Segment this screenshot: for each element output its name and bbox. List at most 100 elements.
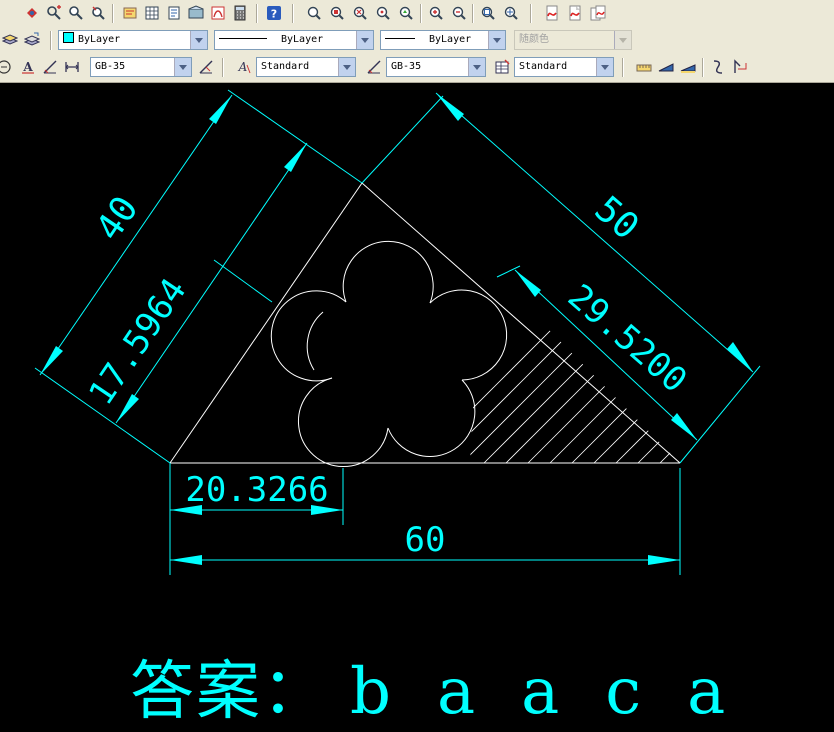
chevron-down-icon[interactable] — [596, 58, 613, 76]
dimstyle2-dropdown[interactable]: GB-35 — [386, 57, 486, 77]
pan-realtime-icon[interactable] — [22, 3, 42, 23]
layer-previous-icon[interactable] — [22, 30, 42, 50]
zoom-scale-icon[interactable] — [350, 3, 370, 23]
answer-text: 答案： b a a c a — [130, 640, 727, 732]
zoom-out-icon[interactable] — [449, 3, 469, 23]
zoom-dynamic-icon[interactable] — [327, 3, 347, 23]
answer-letter: a — [521, 655, 562, 729]
toolbar-separator — [292, 4, 294, 23]
zoom-in-magnifier-icon[interactable] — [304, 3, 324, 23]
arrowhead — [727, 342, 753, 372]
leader-align-icon[interactable] — [730, 57, 750, 77]
lineweight-dropdown-value: ByLayer — [429, 34, 472, 45]
ruler-stack-icon[interactable] — [678, 57, 698, 77]
dim-edit-icon[interactable] — [62, 57, 82, 77]
arrowhead — [436, 93, 464, 121]
toolbar-separator — [530, 4, 532, 23]
toolbar-separator — [256, 4, 258, 23]
publish-pdf-icon[interactable] — [542, 3, 562, 23]
dimstyle-dropdown[interactable]: GB-35 — [90, 57, 192, 77]
tablestyle-dropdown[interactable]: Standard — [514, 57, 614, 77]
svg-text:?: ? — [271, 8, 277, 21]
chevron-down-icon[interactable] — [468, 58, 485, 76]
flower-shape[interactable] — [270, 240, 508, 467]
chevron-down-icon[interactable] — [190, 31, 207, 49]
zoom-center-icon[interactable] — [373, 3, 393, 23]
flower-inner-arc — [306, 311, 324, 371]
toolbar-separator — [420, 4, 422, 23]
linear-dim-icon[interactable] — [40, 57, 60, 77]
toolbar-row-styles: A GB-35 A Standard GB-35 Standard — [0, 54, 834, 81]
toolbar-row-standard: ? — [0, 0, 834, 27]
toolbar-separator — [222, 58, 224, 77]
tool-palettes-icon[interactable] — [164, 3, 184, 23]
zoom-window-icon[interactable] — [66, 3, 86, 23]
properties-icon[interactable] — [120, 3, 140, 23]
dimstyle-manager-icon[interactable] — [196, 57, 216, 77]
arrowhead — [209, 95, 232, 124]
layer-manager-icon[interactable] — [0, 30, 20, 50]
sheet-set-icon[interactable] — [186, 3, 206, 23]
arrowhead — [284, 143, 307, 172]
design-center-icon[interactable] — [142, 3, 162, 23]
zoom-all-icon[interactable] — [478, 3, 498, 23]
dimension-style-icon[interactable] — [0, 57, 14, 77]
toolbar-separator — [472, 4, 474, 23]
color-dropdown[interactable]: ByLayer — [58, 30, 208, 50]
color-swatch — [63, 32, 74, 43]
export-pdf-icon[interactable] — [565, 3, 585, 23]
linetype-preview — [219, 38, 267, 39]
help-icon[interactable]: ? — [264, 3, 284, 23]
text-style-manager-icon[interactable]: A — [234, 57, 254, 77]
dim-text-60[interactable]: 60 — [405, 520, 446, 560]
toolbar-row-properties: ByLayer ByLayer ByLayer 随颜色 — [0, 27, 834, 54]
drawing-canvas[interactable]: 40 17.5964 50 29.5200 20.3266 60 — [0, 83, 834, 719]
textstyle-dropdown-value: Standard — [261, 61, 310, 72]
arrowhead — [671, 413, 697, 440]
flower-petal-bottom-right — [387, 379, 476, 457]
tablestyle-dropdown-value: Standard — [519, 61, 568, 72]
dim-text-29-5200[interactable]: 29.5200 — [560, 277, 694, 401]
batch-pdf-icon[interactable] — [588, 3, 608, 23]
chevron-down-icon[interactable] — [174, 58, 191, 76]
ruler-align-icon[interactable] — [634, 57, 654, 77]
table-style-icon[interactable] — [492, 57, 512, 77]
chevron-down-icon[interactable] — [338, 58, 355, 76]
zoom-object-icon[interactable] — [396, 3, 416, 23]
answer-letter: b — [350, 655, 393, 729]
calculator-icon[interactable] — [230, 3, 250, 23]
chevron-down-icon[interactable] — [356, 31, 373, 49]
zoom-previous-icon[interactable] — [88, 3, 108, 23]
answer-letter: c — [605, 655, 644, 729]
zoom-realtime-icon[interactable] — [44, 3, 64, 23]
markup-set-icon[interactable] — [208, 3, 228, 23]
plotstyle-dropdown-value: 随颜色 — [519, 34, 549, 45]
flower-petal-bottom-left — [298, 377, 389, 467]
dimension-style-manager-icon[interactable] — [364, 57, 384, 77]
multileader-icon[interactable] — [708, 57, 728, 77]
ruler-shape-icon[interactable] — [656, 57, 676, 77]
chevron-down-icon — [614, 31, 631, 49]
dim-text-50[interactable]: 50 — [587, 189, 647, 248]
svg-text:A: A — [238, 60, 248, 74]
lineweight-preview — [385, 38, 415, 39]
zoom-extents-icon[interactable] — [501, 3, 521, 23]
dimstyle-dropdown-value: GB-35 — [95, 61, 126, 72]
dimstyle2-dropdown-value: GB-35 — [391, 61, 422, 72]
answer-letter: a — [436, 655, 478, 729]
chevron-down-icon[interactable] — [488, 31, 505, 49]
lineweight-dropdown[interactable]: ByLayer — [380, 30, 506, 50]
arrowhead — [170, 555, 202, 565]
color-dropdown-value: ByLayer — [78, 34, 121, 45]
dim-text-40[interactable]: 40 — [88, 189, 146, 248]
text-style-icon[interactable]: A — [18, 57, 38, 77]
textstyle-dropdown[interactable]: Standard — [256, 57, 356, 77]
arrowhead — [40, 346, 63, 375]
linetype-dropdown[interactable]: ByLayer — [214, 30, 374, 50]
toolbar-area: ? ByLayer ByLayer ByLayer 随颜色 A GB-35 A … — [0, 0, 834, 83]
plotstyle-dropdown: 随颜色 — [514, 30, 632, 50]
dim-text-20-3266[interactable]: 20.3266 — [185, 470, 328, 510]
triangle-left-side[interactable] — [169, 182, 363, 464]
zoom-in-icon[interactable] — [426, 3, 446, 23]
flower-petal-right — [429, 289, 508, 381]
